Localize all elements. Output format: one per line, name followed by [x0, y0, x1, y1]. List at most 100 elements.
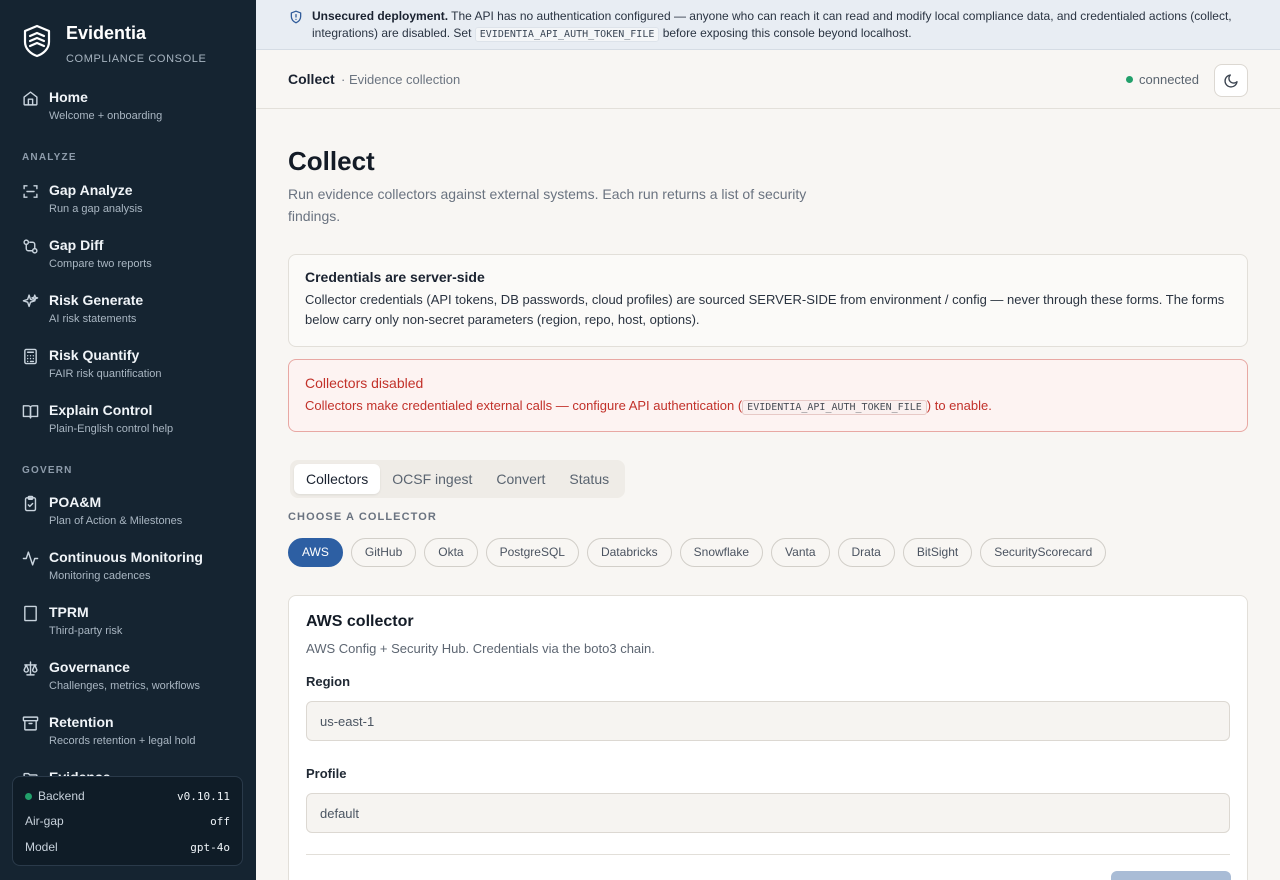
tab-collectors[interactable]: Collectors	[294, 464, 381, 494]
collector-chip-databricks[interactable]: Databricks	[586, 538, 672, 567]
sidebar-item-description: AI risk statements	[49, 313, 137, 325]
banner-text-end: before exposing this console beyond loca…	[659, 26, 912, 40]
sidebar-item-description: Welcome + onboarding	[49, 110, 163, 122]
status-value: v0.10.11	[177, 789, 230, 803]
connection-status: connected	[1126, 72, 1199, 87]
sidebar-item-label: Gap Diff	[49, 237, 104, 253]
alert-title: Collectors disabled	[305, 375, 424, 391]
collector-chip-aws[interactable]: AWS	[288, 538, 343, 567]
sidebar-item-description: Records retention + legal hold	[49, 735, 196, 747]
sidebar-item-explain-control[interactable]: Explain Control Plain-English control he…	[0, 401, 256, 449]
shield-alert-icon	[289, 10, 303, 24]
sidebar-item-poam[interactable]: POA&M Plan of Action & Milestones	[0, 493, 256, 541]
credentials-info-card: Credentials are server-side Collector cr…	[288, 254, 1248, 347]
collector-chips: AWS GitHub Okta PostgreSQL Databricks Sn…	[288, 538, 1114, 567]
run-collector-button[interactable]	[1111, 871, 1231, 880]
alert-body: Collectors make credentialed external ca…	[305, 396, 1231, 418]
collector-chip-securityscorecard[interactable]: SecurityScorecard	[980, 538, 1107, 567]
scan-icon	[22, 183, 39, 200]
connection-label: connected	[1139, 72, 1199, 87]
evidentia-logo-icon	[22, 24, 52, 58]
choose-collector-label: CHOOSE A COLLECTOR	[288, 511, 437, 523]
status-dot-icon	[25, 793, 32, 800]
sidebar-item-description: Compare two reports	[49, 258, 152, 270]
status-value: gpt-4o	[190, 840, 230, 854]
sidebar-item-description: Third-party risk	[49, 625, 123, 637]
status-label: Air-gap	[25, 814, 64, 828]
info-card-title: Credentials are server-side	[305, 269, 485, 285]
book-open-icon	[22, 403, 39, 420]
alert-text: Collectors make credentialed external ca…	[305, 398, 743, 413]
collector-chip-snowflake[interactable]: Snowflake	[679, 538, 764, 567]
form-description: AWS Config + Security Hub. Credentials v…	[306, 641, 655, 656]
calculator-icon	[22, 348, 39, 365]
collector-chip-vanta[interactable]: Vanta	[771, 538, 830, 567]
profile-input[interactable]	[306, 793, 1230, 833]
topbar: Collect · Evidence collection connected	[256, 50, 1280, 109]
tab-status[interactable]: Status	[557, 464, 621, 494]
sidebar-item-risk-quantify[interactable]: Risk Quantify FAIR risk quantification	[0, 346, 256, 394]
tab-ocsf-ingest[interactable]: OCSF ingest	[380, 464, 484, 494]
theme-toggle-button[interactable]	[1214, 64, 1248, 97]
sidebar-item-gap-diff[interactable]: Gap Diff Compare two reports	[0, 236, 256, 284]
status-row-backend: Backend v0.10.11	[25, 787, 230, 805]
nav-section-govern: GOVERN	[22, 465, 73, 476]
collector-chip-github[interactable]: GitHub	[350, 538, 417, 567]
alert-text-end: ) to enable.	[926, 398, 992, 413]
collector-chip-okta[interactable]: Okta	[424, 538, 478, 567]
clipboard-check-icon	[22, 495, 39, 512]
collector-chip-postgresql[interactable]: PostgreSQL	[485, 538, 579, 567]
tab-convert[interactable]: Convert	[484, 464, 557, 494]
connection-dot-icon	[1126, 76, 1133, 83]
sidebar-item-label: Governance	[49, 659, 130, 675]
status-row-model: Model gpt-4o	[25, 838, 230, 856]
backend-status-card: Backend v0.10.11 Air-gap off Model gpt-4…	[12, 776, 243, 866]
sidebar-item-home[interactable]: Home Welcome + onboarding	[0, 88, 256, 136]
sidebar-item-label: Gap Analyze	[49, 182, 133, 198]
breadcrumb-subtitle: · Evidence collection	[341, 72, 461, 87]
sidebar-item-description: Run a gap analysis	[49, 203, 143, 215]
sidebar-item-description: Plan of Action & Milestones	[49, 515, 183, 527]
aws-collector-form: AWS collector AWS Config + Security Hub.…	[288, 595, 1248, 880]
scale-icon	[22, 660, 39, 677]
archive-icon	[22, 715, 39, 732]
sidebar-item-label: Risk Generate	[49, 292, 144, 308]
sidebar-item-description: Monitoring cadences	[49, 570, 151, 582]
sidebar-item-description: Challenges, metrics, workflows	[49, 680, 200, 692]
status-label: Model	[25, 840, 58, 854]
collector-chip-drata[interactable]: Drata	[837, 538, 895, 567]
sidebar: Evidentia COMPLIANCE CONSOLE Home Welcom…	[0, 0, 256, 880]
brand[interactable]: Evidentia COMPLIANCE CONSOLE	[22, 22, 206, 66]
banner-title: Unsecured deployment.	[312, 9, 449, 23]
sidebar-item-label: Continuous Monitoring	[49, 549, 203, 565]
sidebar-item-description: Plain-English control help	[49, 423, 174, 435]
sidebar-item-gap-analyze[interactable]: Gap Analyze Run a gap analysis	[0, 181, 256, 229]
status-value: off	[210, 814, 230, 828]
alert-env-var: EVIDENTIA_API_AUTH_TOKEN_FILE	[742, 400, 927, 415]
sidebar-item-description: FAIR risk quantification	[49, 368, 162, 380]
brand-name: Evidentia	[66, 23, 147, 43]
sidebar-item-label: Explain Control	[49, 402, 153, 418]
sidebar-item-continuous-monitoring[interactable]: Continuous Monitoring Monitoring cadence…	[0, 548, 256, 596]
breadcrumb-title: Collect	[288, 71, 335, 87]
sparkles-icon	[22, 293, 39, 310]
region-input[interactable]	[306, 701, 1230, 741]
page-title: Collect	[288, 146, 375, 176]
form-divider	[306, 854, 1230, 855]
sidebar-item-label: Retention	[49, 714, 114, 730]
form-title: AWS collector	[306, 613, 414, 630]
collector-chip-bitsight[interactable]: BitSight	[902, 538, 973, 567]
profile-label: Profile	[306, 766, 347, 781]
git-compare-icon	[22, 238, 39, 255]
sidebar-item-governance[interactable]: Governance Challenges, metrics, workflow…	[0, 658, 256, 706]
sidebar-item-retention[interactable]: Retention Records retention + legal hold	[0, 713, 256, 761]
status-label: Backend	[38, 789, 85, 803]
region-label: Region	[306, 674, 351, 689]
sidebar-item-label: Risk Quantify	[49, 347, 140, 363]
brand-subtitle: COMPLIANCE CONSOLE	[66, 53, 207, 65]
moon-icon	[1223, 73, 1239, 89]
home-icon	[22, 90, 39, 107]
sidebar-item-tprm[interactable]: TPRM Third-party risk	[0, 603, 256, 651]
security-warning-banner: Unsecured deployment. The API has no aut…	[256, 0, 1280, 50]
sidebar-item-risk-generate[interactable]: Risk Generate AI risk statements	[0, 291, 256, 339]
